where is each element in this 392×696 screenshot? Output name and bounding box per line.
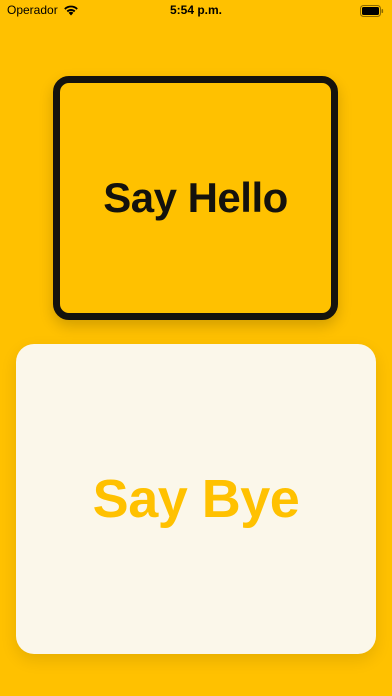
battery-icon bbox=[360, 4, 384, 17]
say-bye-label: Say Bye bbox=[92, 469, 300, 529]
say-bye-button[interactable]: Say Bye bbox=[16, 344, 376, 654]
say-hello-label: Say Hello bbox=[103, 174, 288, 221]
status-bar: Operador 5:54 p.m. bbox=[0, 0, 392, 22]
say-hello-button[interactable]: Say Hello bbox=[53, 76, 338, 320]
status-time: 5:54 p.m. bbox=[169, 3, 223, 17]
